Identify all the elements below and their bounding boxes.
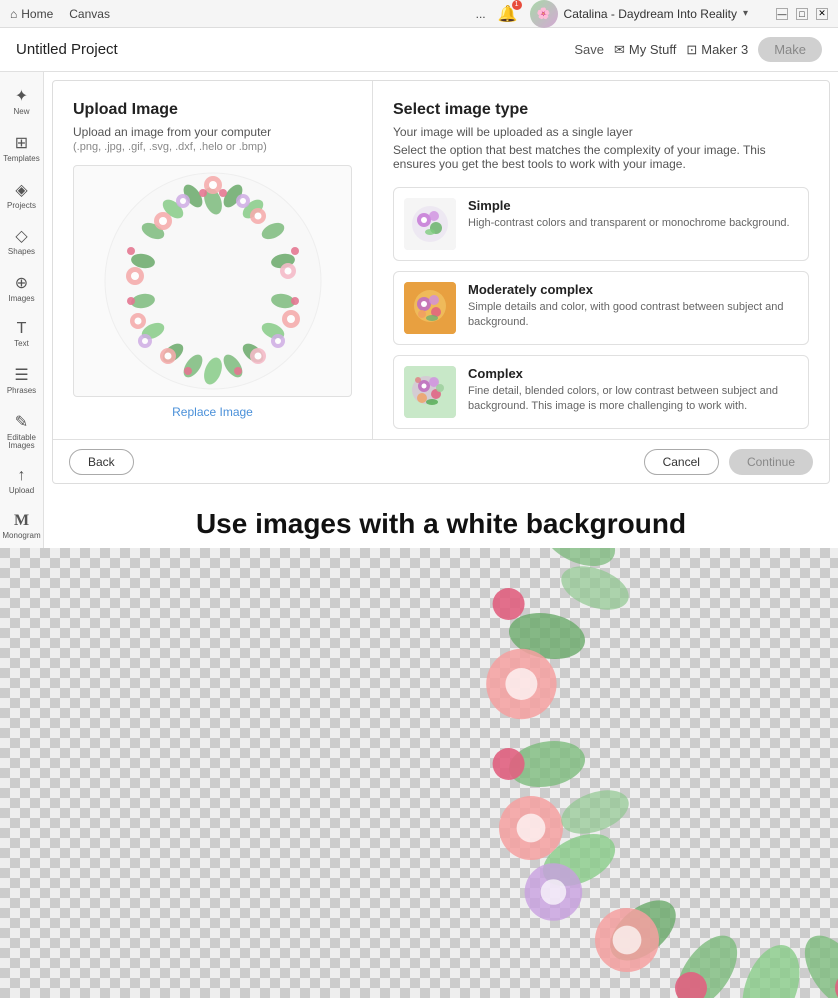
title-bar: Untitled Project Save ✉ My Stuff ⊡ Maker… <box>0 28 838 72</box>
avatar-icon: 🌸 <box>537 7 551 20</box>
upload-subtitle: Upload an image from your computer <box>73 125 352 139</box>
sidebar-item-shapes-label: Shapes <box>8 248 35 257</box>
sidebar: ✦ New ⊞ Templates ◈ Projects ◇ Shapes ⊕ … <box>0 72 44 548</box>
projects-icon: ◈ <box>15 180 27 200</box>
new-icon: ✦ <box>15 86 28 106</box>
sidebar-item-upload-label: Upload <box>9 487 34 496</box>
window-close-button[interactable]: ✕ <box>816 8 828 20</box>
footer-right-actions: Cancel Continue <box>644 449 813 475</box>
option-content-simple: Simple High-contrast colors and transpar… <box>468 198 790 231</box>
user-name[interactable]: Catalina - Daydream Into Reality <box>564 7 737 21</box>
sidebar-item-projects-label: Projects <box>7 202 36 211</box>
project-title: Untitled Project <box>16 41 574 58</box>
content-area: Upload Image Upload an image from your c… <box>44 72 838 548</box>
sidebar-item-text-label: Text <box>14 340 29 349</box>
phrases-icon: ☰ <box>14 365 28 385</box>
chevron-down-icon: ▾ <box>743 8 748 19</box>
image-preview-box <box>73 165 352 397</box>
option-thumb-moderate <box>404 282 456 334</box>
my-stuff-button[interactable]: ✉ My Stuff <box>614 42 676 58</box>
image-type-option-complex[interactable]: Complex Fine detail, blended colors, or … <box>393 355 809 429</box>
monogram-icon: M <box>14 512 29 530</box>
canvas-nav[interactable]: Canvas <box>69 7 110 21</box>
modal-footer: Back Cancel Continue <box>53 439 829 483</box>
option-name-complex: Complex <box>468 366 798 381</box>
modal-panel: Upload Image Upload an image from your c… <box>52 80 830 484</box>
tip-area: Use images with a white background <box>44 492 838 548</box>
make-button: Make <box>758 37 822 62</box>
images-icon: ⊕ <box>15 273 28 293</box>
my-stuff-label: My Stuff <box>629 42 676 57</box>
sidebar-item-projects[interactable]: ◈ Projects <box>2 174 42 217</box>
top-bar-dots: ... 🔔 1 🌸 Catalina - Daydream Into Reali… <box>476 0 828 28</box>
home-icon: ⌂ <box>10 7 17 21</box>
option-desc-complex: Fine detail, blended colors, or low cont… <box>468 384 798 415</box>
sidebar-item-templates-label: Templates <box>3 155 39 164</box>
canvas-area <box>0 548 838 998</box>
sidebar-item-monogram[interactable]: M Monogram <box>2 506 42 547</box>
modal-body: Upload Image Upload an image from your c… <box>53 81 829 439</box>
option-thumb-complex <box>404 366 456 418</box>
upload-title: Upload Image <box>73 101 352 119</box>
option-content-moderate: Moderately complex Simple details and co… <box>468 282 798 331</box>
image-type-option-moderate[interactable]: Moderately complex Simple details and co… <box>393 271 809 345</box>
sidebar-item-upload[interactable]: ↑ Upload <box>2 461 42 502</box>
sidebar-item-text[interactable]: T Text <box>2 314 42 355</box>
editable-images-icon: ✎ <box>15 412 28 432</box>
sidebar-item-phrases[interactable]: ☰ Phrases <box>2 359 42 402</box>
templates-icon: ⊞ <box>15 133 28 153</box>
sidebar-item-templates[interactable]: ⊞ Templates <box>2 127 42 170</box>
cancel-button[interactable]: Cancel <box>644 449 719 475</box>
upload-formats: (.png, .jpg, .gif, .svg, .dxf, .helo or … <box>73 141 352 153</box>
image-type-option-simple[interactable]: Simple High-contrast colors and transpar… <box>393 187 809 261</box>
upload-icon: ↑ <box>18 467 26 485</box>
option-desc-simple: High-contrast colors and transparent or … <box>468 216 790 231</box>
sidebar-item-monogram-label: Monogram <box>2 532 40 541</box>
envelope-icon: ✉ <box>614 42 625 58</box>
home-label: Home <box>21 7 53 21</box>
option-name-moderate: Moderately complex <box>468 282 798 297</box>
option-desc-moderate: Simple details and color, with good cont… <box>468 300 798 331</box>
replace-image-link[interactable]: Replace Image <box>73 405 352 419</box>
window-minimize-button[interactable]: — <box>776 8 788 20</box>
notification-badge: 1 <box>512 0 522 10</box>
sidebar-item-editable-images-label: Editable Images <box>6 434 38 452</box>
sidebar-item-images-label: Images <box>8 295 34 304</box>
user-avatar[interactable]: 🌸 <box>530 0 558 28</box>
maker-label: Maker 3 <box>701 42 748 57</box>
sidebar-item-phrases-label: Phrases <box>7 387 36 396</box>
sidebar-item-shapes[interactable]: ◇ Shapes <box>2 220 42 263</box>
option-name-simple: Simple <box>468 198 790 213</box>
more-options-icon[interactable]: ... <box>476 7 486 21</box>
back-button[interactable]: Back <box>69 449 134 475</box>
option-thumb-simple <box>404 198 456 250</box>
canvas-floral-svg <box>0 548 838 998</box>
window-maximize-button[interactable]: □ <box>796 8 808 20</box>
image-type-panel: Select image type Your image will be upl… <box>373 81 829 439</box>
sidebar-item-new-label: New <box>13 108 29 117</box>
notification-bell[interactable]: 🔔 1 <box>498 4 518 24</box>
sidebar-item-images[interactable]: ⊕ Images <box>2 267 42 310</box>
select-image-type-desc1: Your image will be uploaded as a single … <box>393 125 809 139</box>
sidebar-item-new[interactable]: ✦ New <box>2 80 42 123</box>
maker-button[interactable]: ⊡ Maker 3 <box>686 42 748 58</box>
save-button[interactable]: Save <box>574 42 604 57</box>
title-bar-actions: Save ✉ My Stuff ⊡ Maker 3 Make <box>574 37 822 62</box>
window-controls: — □ ✕ <box>776 8 828 20</box>
floral-wreath-image <box>103 171 323 391</box>
maker-icon: ⊡ <box>686 42 697 58</box>
upload-panel: Upload Image Upload an image from your c… <box>53 81 373 439</box>
tip-text: Use images with a white background <box>196 508 686 539</box>
text-icon: T <box>17 320 27 338</box>
continue-button: Continue <box>729 449 813 475</box>
canvas-label: Canvas <box>69 7 110 21</box>
home-nav[interactable]: ⌂ Home <box>10 7 53 21</box>
select-image-type-desc2: Select the option that best matches the … <box>393 143 809 171</box>
option-content-complex: Complex Fine detail, blended colors, or … <box>468 366 798 415</box>
main-layout: ✦ New ⊞ Templates ◈ Projects ◇ Shapes ⊕ … <box>0 72 838 548</box>
shapes-icon: ◇ <box>15 226 27 246</box>
select-image-type-title: Select image type <box>393 101 809 119</box>
sidebar-item-editable-images[interactable]: ✎ Editable Images <box>2 406 42 458</box>
top-bar: ⌂ Home Canvas ... 🔔 1 🌸 Catalina - Daydr… <box>0 0 838 28</box>
